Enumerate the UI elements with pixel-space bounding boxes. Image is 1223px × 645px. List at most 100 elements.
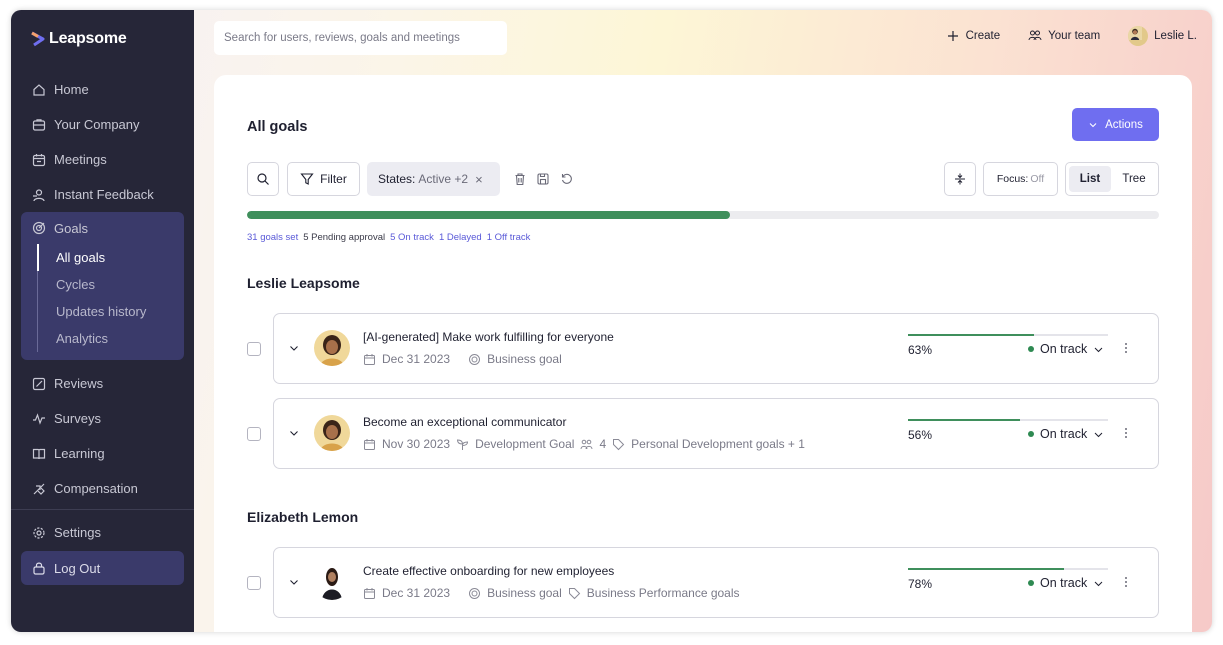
goal-status-dropdown[interactable]: On track — [1028, 576, 1104, 590]
subnav-item-analytics[interactable]: Analytics — [38, 325, 184, 352]
user-menu[interactable]: Leslie L. — [1128, 26, 1197, 46]
sidebar-item-compensation[interactable]: Compensation — [21, 471, 184, 506]
chevron-down-icon[interactable] — [288, 576, 300, 588]
goal-row: Create effective onboarding for new empl… — [247, 547, 1159, 618]
states-filter-chip[interactable]: States: Active +2 × — [367, 162, 500, 196]
reset-icon[interactable] — [560, 172, 574, 186]
chevron-down-icon[interactable] — [288, 342, 300, 354]
goal-progress-bar — [908, 334, 1108, 336]
gear-icon — [33, 526, 45, 539]
sidebar-item-learning[interactable]: Learning — [21, 436, 184, 471]
goal-card[interactable]: Become an exceptional communicator Nov 3… — [273, 398, 1159, 469]
create-button[interactable]: Create — [946, 29, 1000, 43]
sidebar-item-instant-feedback[interactable]: Instant Feedback — [21, 177, 184, 212]
subnav-item-cycles[interactable]: Cycles — [38, 271, 184, 298]
logout-button[interactable]: Log Out — [21, 551, 184, 585]
chevron-down-icon — [1089, 122, 1097, 127]
subnav-item-updates-history[interactable]: Updates history — [38, 298, 184, 325]
user-avatar — [1128, 26, 1149, 46]
filter-label: Filter — [320, 172, 347, 186]
goal-title[interactable]: Become an exceptional communicator — [363, 415, 566, 429]
goal-status-dropdown[interactable]: On track — [1028, 427, 1104, 441]
goal-card[interactable]: Create effective onboarding for new empl… — [273, 547, 1159, 618]
goal-tags: Personal Development goals + 1 — [631, 437, 805, 451]
goal-owner-avatar — [314, 330, 350, 366]
stat-goals-set[interactable]: 31 goals set — [247, 232, 298, 243]
sidebar-divider — [11, 509, 194, 510]
goal-title[interactable]: [AI-generated] Make work fulfilling for … — [363, 330, 614, 344]
goals-subnav: All goals Cycles Updates history Analyti… — [37, 244, 184, 352]
goal-status: On track — [1040, 427, 1088, 441]
goals-toolbar: Filter States: Active +2 × Focus: Off Li… — [247, 162, 1159, 196]
goal-row: [AI-generated] Make work fulfilling for … — [247, 313, 1159, 384]
goal-card[interactable]: [AI-generated] Make work fulfilling for … — [273, 313, 1159, 384]
chevron-down-icon — [1094, 581, 1103, 586]
goal-owner-avatar — [314, 564, 350, 600]
goal-status: On track — [1040, 342, 1088, 356]
goal-status-dropdown[interactable]: On track — [1028, 342, 1104, 356]
tag-icon — [613, 438, 625, 450]
goal-stats: 31 goals set 5 Pending approval 5 On tra… — [247, 232, 530, 243]
target-icon — [469, 587, 481, 599]
goal-date: Dec 31 2023 — [382, 352, 451, 366]
sidebar-item-home[interactable]: Home — [21, 72, 184, 107]
sprout-icon — [457, 438, 469, 450]
goal-progress-fill — [908, 568, 1064, 570]
sidebar-item-goals[interactable]: Goals — [21, 212, 184, 244]
owner-heading: Leslie Leapsome — [247, 275, 360, 291]
your-team-button[interactable]: Your team — [1028, 29, 1100, 43]
focus-toggle[interactable]: Focus: Off — [983, 162, 1058, 196]
goal-status: On track — [1040, 576, 1088, 590]
sidebar-item-label: Instant Feedback — [54, 187, 154, 202]
sidebar-item-reviews[interactable]: Reviews — [21, 366, 184, 401]
view-list-button[interactable]: List — [1069, 166, 1111, 192]
stat-delayed[interactable]: 1 Delayed — [439, 232, 482, 243]
sidebar-item-label: Compensation — [54, 481, 138, 496]
surveys-icon — [33, 412, 45, 425]
filter-icon — [300, 173, 314, 185]
target-icon — [469, 353, 481, 365]
stat-pending[interactable]: 5 Pending approval — [303, 232, 385, 243]
more-vertical-icon[interactable] — [1124, 342, 1128, 354]
view-tree-button[interactable]: Tree — [1113, 166, 1155, 192]
goal-type: Development Goal — [475, 437, 575, 451]
more-vertical-icon[interactable] — [1124, 427, 1128, 439]
expand-collapse-button[interactable] — [944, 162, 976, 196]
sidebar-item-your-company[interactable]: Your Company — [21, 107, 184, 142]
chevron-down-icon — [1094, 432, 1103, 437]
sidebar-item-settings[interactable]: Settings — [21, 515, 184, 550]
goal-progress-bar — [908, 419, 1108, 421]
subnav-item-all-goals[interactable]: All goals — [37, 244, 184, 271]
search-button[interactable] — [247, 162, 279, 196]
top-actions: Create Your team Leslie L. — [946, 26, 1197, 46]
chevron-down-icon[interactable] — [288, 427, 300, 439]
user-avatar-image — [1128, 26, 1143, 40]
global-search-input[interactable]: Search for users, reviews, goals and mee… — [214, 21, 507, 55]
goal-checkbox[interactable] — [247, 576, 261, 590]
goal-checkbox[interactable] — [247, 427, 261, 441]
app-window: Leapsome Home Your Company Meetings Inst… — [11, 10, 1212, 632]
reviews-icon — [32, 377, 46, 390]
calendar-icon — [364, 438, 375, 450]
save-icon[interactable] — [536, 172, 550, 186]
more-vertical-icon[interactable] — [1124, 576, 1128, 588]
stat-off-track[interactable]: 1 Off track — [487, 232, 531, 243]
goals-nav-group: Goals All goals Cycles Updates history A… — [21, 212, 184, 360]
team-icon — [580, 439, 593, 449]
goal-title[interactable]: Create effective onboarding for new empl… — [363, 564, 614, 578]
your-team-label: Your team — [1048, 30, 1101, 42]
brand-name: Leapsome — [49, 30, 127, 47]
actions-button[interactable]: Actions — [1072, 108, 1159, 141]
status-dot — [1028, 346, 1034, 352]
goal-type: Business goal — [487, 352, 562, 366]
sidebar-item-surveys[interactable]: Surveys — [21, 401, 184, 436]
owner-heading: Elizabeth Lemon — [247, 509, 359, 525]
stat-on-track[interactable]: 5 On track — [390, 232, 434, 243]
sidebar-item-meetings[interactable]: Meetings — [21, 142, 184, 177]
filter-button[interactable]: Filter — [287, 162, 360, 196]
actions-label: Actions — [1105, 118, 1143, 131]
close-icon[interactable]: × — [475, 172, 483, 187]
logo[interactable]: Leapsome — [31, 30, 127, 48]
goal-checkbox[interactable] — [247, 342, 261, 356]
trash-icon[interactable] — [513, 172, 527, 186]
